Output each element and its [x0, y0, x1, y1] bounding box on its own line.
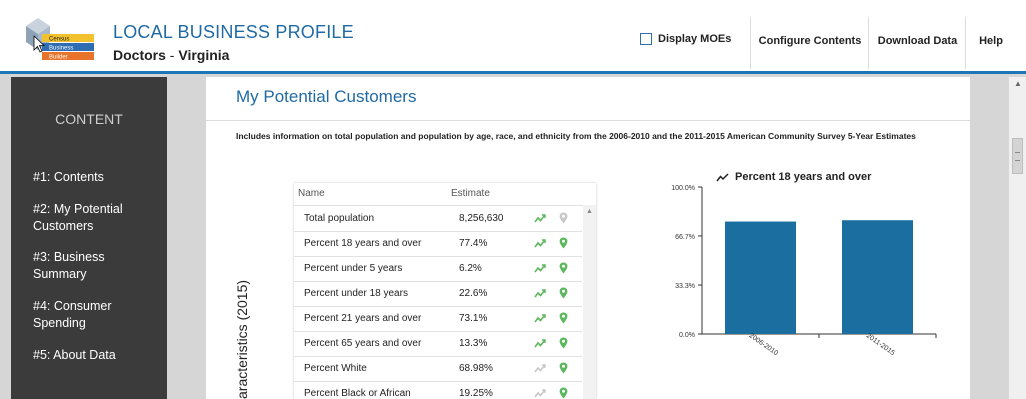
table-scroll-up-icon[interactable]: ▲ — [586, 208, 593, 215]
row-estimate: 19.25% — [459, 388, 493, 399]
map-pin-icon[interactable] — [559, 337, 568, 349]
svg-text:Builder: Builder — [49, 55, 68, 61]
row-name: Percent under 18 years — [304, 288, 408, 299]
section-divider — [206, 120, 970, 121]
app-title: LOCAL BUSINESS PROFILE — [113, 22, 354, 42]
main-content-panel: My Potential Customers Includes informat… — [206, 77, 970, 399]
sidebar-item-about-data[interactable]: #5: About Data — [33, 347, 158, 364]
sidebar-item-contents[interactable]: #1: Contents — [33, 169, 158, 186]
y-tick-label: 33.3% — [675, 283, 695, 290]
y-tick-label: 100.0% — [671, 185, 695, 192]
map-pin-icon[interactable] — [559, 237, 568, 249]
row-name: Percent 65 years and over — [304, 338, 422, 349]
x-tick-label: 2011-2015 — [865, 332, 896, 357]
row-estimate: 8,256,630 — [459, 213, 504, 224]
map-pin-icon[interactable] — [559, 312, 568, 324]
scrollbar-thumb[interactable] — [1012, 138, 1023, 174]
row-estimate: 77.4% — [459, 238, 488, 249]
scrollbar-grip-icon — [1015, 152, 1020, 161]
trend-chart-icon[interactable] — [534, 313, 546, 324]
trend-chart-icon[interactable] — [534, 288, 546, 299]
scroll-up-icon[interactable]: ▲ — [1014, 79, 1022, 88]
download-data-button[interactable]: Download Data — [868, 17, 966, 69]
subtitle-separator: - — [165, 47, 179, 63]
table-row[interactable]: Percent White 68.98% — [294, 356, 582, 382]
table-row[interactable]: Total population 8,256,630 — [294, 206, 582, 232]
row-name: Percent 21 years and over — [304, 313, 422, 324]
table-row[interactable]: Percent 65 years and over 13.3% — [294, 331, 582, 357]
map-pin-icon[interactable] — [559, 287, 568, 299]
x-tick-label: 2006-2010 — [748, 332, 780, 357]
census-business-builder-logo[interactable]: Census Business Builder — [22, 14, 100, 64]
sidebar-heading: CONTENT — [55, 111, 123, 127]
row-name: Percent under 5 years — [304, 263, 403, 274]
row-estimate: 22.6% — [459, 288, 488, 299]
table-row[interactable]: Percent under 5 years 6.2% — [294, 256, 582, 282]
page-scrollbar[interactable]: ▲ — [1008, 77, 1026, 399]
trend-chart-icon[interactable] — [534, 213, 546, 224]
help-button[interactable]: Help — [965, 17, 1016, 69]
trend-chart-icon[interactable] — [534, 238, 546, 249]
y-tick-label: 0.0% — [679, 332, 695, 339]
column-header-estimate[interactable]: Estimate — [451, 188, 490, 199]
trend-chart-icon[interactable] — [534, 263, 546, 274]
row-estimate: 13.3% — [459, 338, 488, 349]
row-estimate: 68.98% — [459, 363, 493, 374]
estimates-table: Name Estimate Total population 8,256,630 P… — [294, 183, 596, 399]
sidebar-item-consumer-spending[interactable]: #4: Consumer Spending — [33, 298, 158, 332]
row-estimate: 6.2% — [459, 263, 482, 274]
section-title: My Potential Customers — [236, 87, 417, 106]
table-header: Name Estimate — [294, 183, 596, 206]
svg-text:Business: Business — [49, 46, 73, 52]
row-name: Total population — [304, 213, 375, 224]
map-pin-icon[interactable] — [559, 387, 568, 399]
trend-chart-icon[interactable] — [534, 388, 546, 399]
y-tick-label: 66.7% — [675, 234, 695, 241]
vertical-section-label: aracteristics (2015) — [234, 279, 250, 399]
row-name: Percent 18 years and over — [304, 238, 422, 249]
sidebar-item-my-potential-customers[interactable]: #2: My Potential Customers — [33, 201, 158, 235]
configure-contents-button[interactable]: Configure Contents — [750, 17, 869, 69]
table-row[interactable]: Percent Black or African 19.25% — [294, 381, 582, 399]
table-row[interactable]: Percent 21 years and over 73.1% — [294, 306, 582, 332]
display-moes-toggle[interactable]: Display MOEs — [640, 33, 731, 45]
map-pin-icon[interactable] — [559, 212, 568, 224]
row-name: Percent White — [304, 363, 367, 374]
sidebar-item-business-summary[interactable]: #3: Business Summary — [33, 249, 158, 283]
row-estimate: 73.1% — [459, 313, 488, 324]
place-name: Virginia — [178, 47, 230, 63]
moe-checkbox[interactable] — [640, 33, 652, 45]
business-type: Doctors — [113, 47, 166, 63]
map-pin-icon[interactable] — [559, 262, 568, 274]
map-pin-icon[interactable] — [559, 362, 568, 374]
bar-2006-2010 — [725, 221, 796, 334]
section-description: Includes information on total population… — [236, 131, 916, 141]
table-scrollbar[interactable]: ▲ — [583, 205, 596, 399]
bar-chart: 0.0% 33.3% 66.7% 100.0% 2006-2010 2011-2015 — [671, 185, 937, 357]
row-name: Percent Black or African — [304, 388, 411, 399]
table-row[interactable]: Percent under 18 years 22.6% — [294, 281, 582, 307]
content-sidebar: CONTENT #1: Contents #2: My Potential Cu… — [11, 77, 167, 399]
svg-text:Census: Census — [49, 37, 69, 43]
moe-label: Display MOEs — [658, 33, 732, 45]
table-row[interactable]: Percent 18 years and over 77.4% — [294, 231, 582, 257]
trend-chart-icon[interactable] — [534, 338, 546, 349]
column-header-name[interactable]: Name — [298, 188, 325, 199]
app-header: Census Business Builder LOCAL BUSINESS P… — [0, 0, 1026, 74]
bar-2011-2015 — [842, 220, 913, 334]
trend-chart-icon[interactable] — [534, 363, 546, 374]
page-subtitle: Doctors - Virginia — [113, 47, 229, 63]
